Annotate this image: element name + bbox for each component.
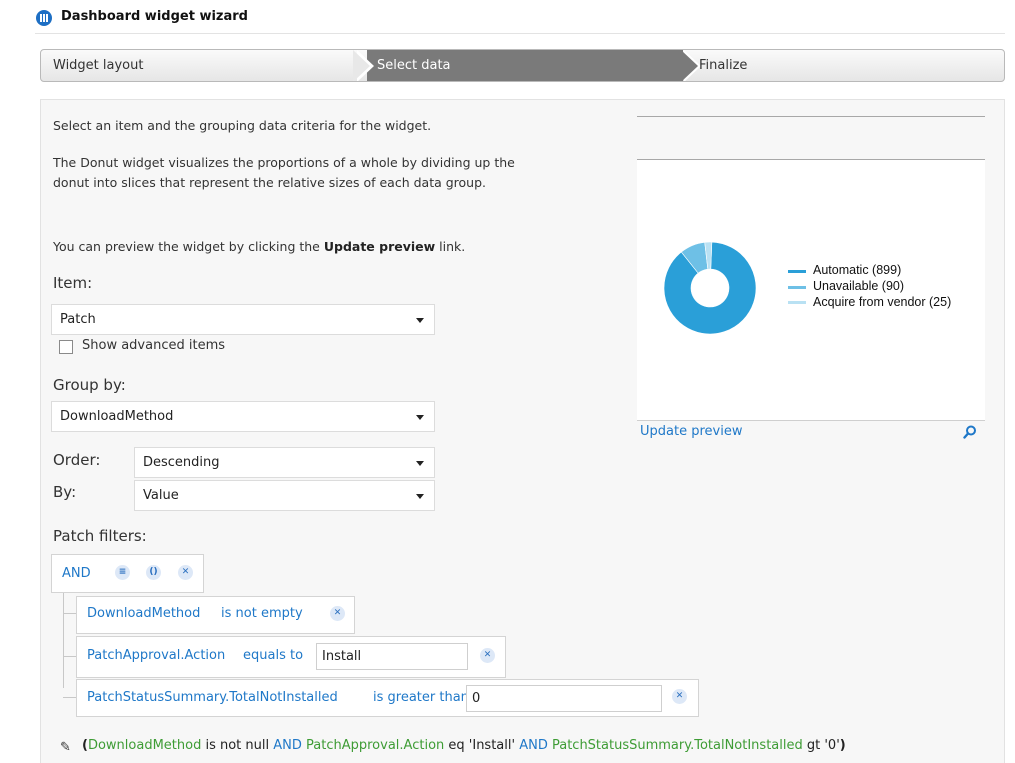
item-label: Item:: [53, 274, 93, 292]
expr-text: eq 'Install': [444, 738, 520, 753]
wizard-steps: Widget layout Select data Finalize: [40, 49, 1005, 82]
show-advanced-checkbox[interactable]: [59, 340, 73, 354]
description-text: The Donut widget visualizes the proporti…: [53, 155, 515, 190]
step-separator: [681, 50, 698, 81]
legend-label: Unavailable (90): [813, 279, 905, 293]
expr-and: AND: [273, 738, 302, 753]
condition-value-input[interactable]: 0: [466, 685, 662, 712]
title-divider: [35, 33, 1005, 34]
condition-field[interactable]: DownloadMethod: [87, 606, 200, 621]
group-by-label: Group by:: [53, 376, 126, 394]
item-select-value: Patch: [60, 312, 96, 327]
legend-swatch: [788, 286, 806, 289]
add-group-icon[interactable]: (): [146, 565, 161, 580]
tree-connector: [63, 697, 77, 698]
expr-text: gt '0': [802, 738, 840, 753]
by-label: By:: [53, 483, 77, 501]
step-select-data[interactable]: Select data: [377, 50, 451, 81]
patch-filters-label: Patch filters:: [53, 527, 147, 545]
window-title: Dashboard widget wizard: [61, 9, 248, 24]
app-icon: [36, 10, 52, 26]
intro-text: Select an item and the grouping data cri…: [53, 118, 432, 133]
condition-operator[interactable]: is greater than: [373, 690, 469, 705]
by-select[interactable]: Value: [134, 480, 435, 511]
legend-swatch: [788, 270, 806, 273]
legend-label: Automatic (899): [813, 263, 902, 277]
remove-icon[interactable]: ✕: [480, 648, 495, 663]
condition-value-input[interactable]: Install: [316, 643, 468, 670]
expr-and: AND: [519, 738, 548, 753]
condition-operator[interactable]: equals to: [243, 648, 303, 663]
preview-hint-text: You can preview the widget by clicking t…: [53, 237, 553, 257]
tree-connector: [63, 613, 77, 614]
add-condition-icon[interactable]: ≡: [115, 565, 130, 580]
step-widget-layout[interactable]: Widget layout: [53, 50, 143, 81]
preview-hint-bold: Update preview: [323, 239, 436, 254]
expr-field: DownloadMethod: [87, 738, 202, 753]
expr-text: is not null: [201, 738, 274, 753]
remove-icon[interactable]: ✕: [178, 565, 193, 580]
chevron-down-icon: [416, 461, 424, 466]
donut-chart: [663, 241, 757, 335]
tree-connector: [63, 656, 77, 657]
group-operator-toggle[interactable]: AND: [62, 566, 91, 581]
step-finalize[interactable]: Finalize: [699, 50, 747, 81]
chevron-down-icon: [416, 415, 424, 420]
show-advanced-label[interactable]: Show advanced items: [82, 338, 225, 353]
tree-connector: [63, 593, 64, 688]
pencil-icon[interactable]: ✎: [60, 740, 71, 755]
preview-divider: [637, 116, 985, 117]
order-label: Order:: [53, 451, 101, 469]
zoom-icon[interactable]: [963, 425, 977, 439]
condition-operator[interactable]: is not empty: [221, 606, 303, 621]
chevron-down-icon: [416, 318, 424, 323]
order-select[interactable]: Descending: [134, 447, 435, 478]
step-separator: [353, 50, 370, 81]
expr-paren: ): [839, 738, 846, 753]
remove-icon[interactable]: ✕: [330, 606, 345, 621]
expr-field: PatchApproval.Action: [301, 738, 445, 753]
expr-field: PatchStatusSummary.TotalNotInstalled: [547, 738, 803, 753]
item-select[interactable]: Patch: [51, 304, 435, 335]
preview-hint-post: link.: [435, 239, 466, 254]
by-select-value: Value: [143, 488, 179, 503]
update-preview-link[interactable]: Update preview: [640, 424, 742, 439]
group-by-select-value: DownloadMethod: [60, 409, 174, 424]
condition-field[interactable]: PatchApproval.Action: [87, 648, 225, 663]
order-select-value: Descending: [143, 455, 220, 470]
legend-swatch: [788, 301, 806, 304]
filter-expression: (DownloadMethod is not null AND PatchApp…: [82, 738, 846, 753]
legend-label: Acquire from vendor (25): [813, 295, 952, 309]
condition-field[interactable]: PatchStatusSummary.TotalNotInstalled: [87, 690, 338, 705]
group-by-select[interactable]: DownloadMethod: [51, 401, 435, 432]
remove-icon[interactable]: ✕: [672, 689, 687, 704]
preview-hint-pre: You can preview the widget by clicking t…: [53, 239, 324, 254]
chevron-down-icon: [416, 494, 424, 499]
